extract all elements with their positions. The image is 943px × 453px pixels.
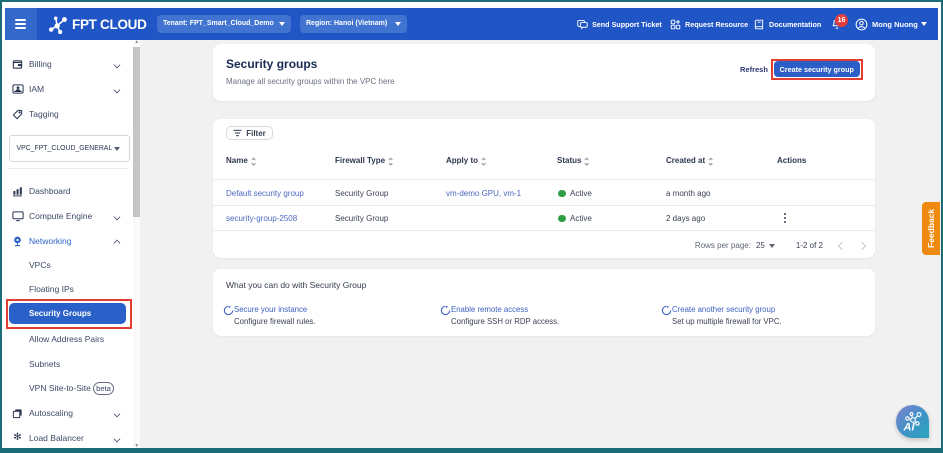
svg-text:AI: AI xyxy=(903,422,916,434)
